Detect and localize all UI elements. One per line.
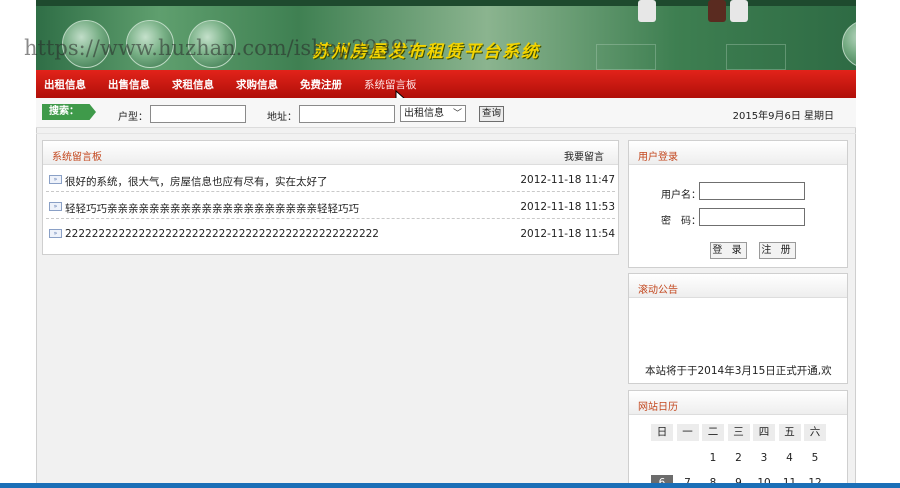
- type-input[interactable]: [150, 105, 246, 123]
- nav-item-for-sale[interactable]: 出售信息: [108, 77, 150, 92]
- search-tag: 搜索：: [42, 104, 96, 120]
- banner-building-icon: [726, 44, 786, 70]
- calendar-day[interactable]: 2: [728, 450, 750, 467]
- message-text[interactable]: 轻轻巧巧亲亲亲亲亲亲亲亲亲亲亲亲亲亲亲亲亲亲亲亲轻轻巧巧: [65, 201, 359, 216]
- page: 苏州房屋发布租赁平台系统 出租信息 出售信息 求租信息 求购信息 免费注册 系统…: [0, 0, 900, 488]
- calendar-weekday: 三: [727, 424, 750, 441]
- query-button[interactable]: 查询: [479, 106, 504, 122]
- main-nav: 出租信息 出售信息 求租信息 求购信息 免费注册 系统留言板: [36, 70, 856, 98]
- calendar-weekday: 六: [804, 424, 826, 441]
- site-banner: 苏州房屋发布租赁平台系统: [36, 0, 856, 70]
- banner-orb-icon: [126, 20, 174, 68]
- nav-item-rent-out[interactable]: 出租信息: [44, 77, 86, 92]
- banner-orb-icon: [842, 20, 856, 68]
- message-bullet-icon: »: [49, 175, 62, 184]
- register-button[interactable]: 注 册: [759, 242, 796, 259]
- calendar-weekday: 二: [702, 424, 724, 441]
- calendar-weekday: 一: [676, 424, 699, 441]
- current-date: 2015年9月6日 星期日: [732, 111, 834, 122]
- notice-text: 本站将于于2014年3月15日正式开通,欢: [645, 365, 832, 377]
- calendar-weekday: 五: [778, 424, 801, 441]
- category-select-value: 出租信息: [404, 108, 444, 119]
- banner-bottle-icon: [730, 0, 748, 22]
- banner-building-icon: [596, 44, 656, 70]
- search-bar: 搜索： 户型： 地址： 出租信息 ﹀ 查询 2015年9月6日 星期日: [36, 98, 856, 128]
- message-time: 2012-11-18 11:54: [520, 228, 615, 240]
- message-row: » 22222222222222222222222222222222222222…: [46, 219, 615, 246]
- calendar-title: 网站日历: [638, 402, 678, 413]
- message-bullet-icon: »: [49, 202, 62, 211]
- taskbar: [0, 483, 900, 488]
- banner-bottle-icon: [708, 0, 726, 22]
- password-input[interactable]: [699, 208, 805, 226]
- nav-item-register[interactable]: 免费注册: [300, 77, 342, 92]
- banner-bottle-icon: [638, 0, 656, 22]
- category-select[interactable]: 出租信息 ﹀: [400, 105, 466, 122]
- calendar-day[interactable]: 1: [702, 450, 724, 467]
- login-title: 用户登录: [638, 152, 678, 163]
- login-header: 用户登录: [629, 141, 847, 165]
- message-time: 2012-11-18 11:53: [520, 201, 615, 213]
- login-panel: 用户登录 用户名： 密 码： 登 录 注 册: [628, 140, 848, 268]
- calendar-weekday: 四: [753, 424, 775, 441]
- address-input[interactable]: [299, 105, 395, 123]
- username-label: 用户名：: [661, 190, 701, 201]
- address-label: 地址：: [267, 112, 297, 123]
- message-board-title: 系统留言板: [52, 152, 102, 163]
- banner-orb-icon: [188, 20, 236, 68]
- message-row: » 轻轻巧巧亲亲亲亲亲亲亲亲亲亲亲亲亲亲亲亲亲亲亲亲轻轻巧巧 2012-11-1…: [46, 192, 615, 219]
- password-label: 密 码：: [661, 216, 701, 227]
- message-text[interactable]: 2222222222222222222222222222222222222222…: [65, 228, 379, 240]
- message-board-header: 系统留言板 我要留言: [43, 141, 618, 165]
- nav-item-message-board[interactable]: 系统留言板: [364, 77, 417, 92]
- nav-item-want-rent[interactable]: 求租信息: [172, 77, 214, 92]
- username-input[interactable]: [699, 182, 805, 200]
- message-bullet-icon: »: [49, 229, 62, 238]
- login-button[interactable]: 登 录: [710, 242, 747, 259]
- banner-orb-icon: [62, 20, 110, 68]
- calendar-day[interactable]: 5: [804, 450, 826, 467]
- chevron-down-icon: ﹀: [452, 109, 462, 119]
- message-time: 2012-11-18 11:47: [520, 174, 615, 186]
- type-label: 户型：: [118, 112, 148, 123]
- message-board-panel: 系统留言板 我要留言 » 很好的系统，很大气，房屋信息也应有尽有，实在太好了 2…: [42, 140, 619, 255]
- leave-message-link[interactable]: 我要留言: [564, 148, 604, 163]
- banner-title: 苏州房屋发布租赁平台系统: [312, 42, 540, 62]
- notice-title: 滚动公告: [638, 285, 678, 296]
- calendar-day[interactable]: 4: [779, 450, 801, 467]
- calendar-weekday: 日: [651, 424, 673, 441]
- notice-panel: 滚动公告 本站将于于2014年3月15日正式开通,欢: [628, 273, 848, 384]
- calendar-day[interactable]: 3: [753, 450, 775, 467]
- nav-item-want-buy[interactable]: 求购信息: [236, 77, 278, 92]
- message-text[interactable]: 很好的系统，很大气，房屋信息也应有尽有，实在太好了: [65, 174, 328, 189]
- notice-header: 滚动公告: [629, 274, 847, 298]
- divider: [36, 133, 856, 134]
- message-row: » 很好的系统，很大气，房屋信息也应有尽有，实在太好了 2012-11-18 1…: [46, 165, 615, 192]
- calendar-header: 网站日历: [629, 391, 847, 415]
- calendar-panel: 网站日历 日一二三四五六123456789101112: [628, 390, 848, 488]
